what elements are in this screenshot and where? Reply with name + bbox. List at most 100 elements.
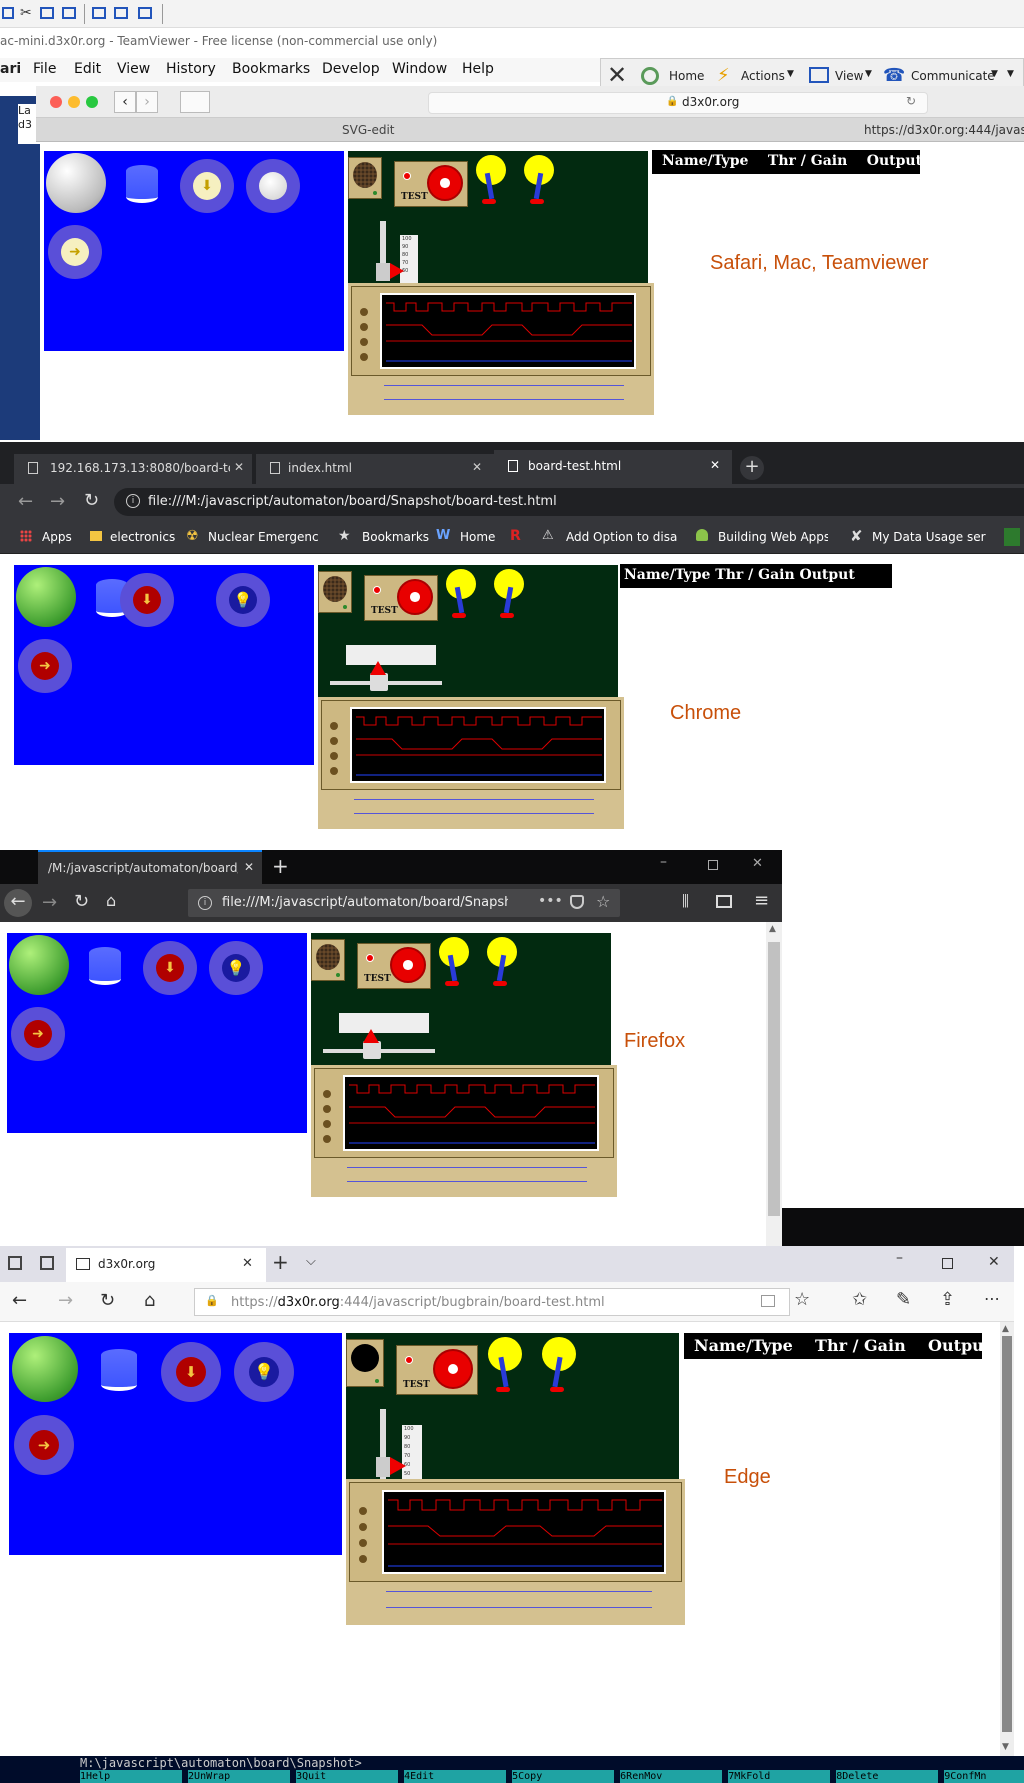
chrome-tab[interactable]: 192.168.173.13:8080/board-test.h ✕ [14, 454, 252, 484]
window-icon[interactable] [92, 7, 106, 19]
maximize-icon[interactable] [942, 1258, 953, 1269]
menu-file[interactable]: File [33, 61, 56, 77]
set-aside-icon[interactable] [40, 1256, 54, 1270]
close-icon[interactable]: ✕ [242, 1256, 253, 1271]
fkey[interactable]: 6RenMov [620, 1770, 723, 1783]
bookmark-apps[interactable]: Apps [42, 530, 72, 544]
back-icon[interactable]: ‹ [114, 91, 136, 113]
bulb-button[interactable] [246, 159, 300, 213]
fkey[interactable]: 7MkFold [728, 1770, 831, 1783]
minimize-icon[interactable]: – [896, 1250, 903, 1266]
split-horizontal-icon[interactable] [114, 7, 128, 19]
firefox-address-bar[interactable]: i file:///M:/javascript/automaton/board/… [188, 889, 620, 917]
toolbar-communicate[interactable]: Communicate [911, 69, 995, 83]
pen-icon[interactable]: ✎ [896, 1289, 911, 1310]
download-button[interactable]: ⬇ [120, 573, 174, 627]
share-icon[interactable]: ⇪ [940, 1289, 955, 1310]
fkey[interactable]: 4Edit [404, 1770, 507, 1783]
menu-window[interactable]: Window [392, 61, 447, 77]
back-icon[interactable]: ← [4, 889, 32, 917]
horizontal-slider-handle[interactable] [370, 673, 388, 691]
toolbar-home[interactable]: Home [669, 69, 704, 83]
scroll-up-icon[interactable]: ▲ [769, 924, 776, 934]
green-sphere[interactable] [9, 935, 69, 995]
zoom-traffic-light[interactable] [86, 96, 98, 108]
close-icon[interactable]: ✕ [752, 856, 763, 871]
more-icon[interactable]: ⋯ [984, 1289, 1000, 1308]
chrome-tab-active[interactable]: board-test.html ✕ [494, 450, 732, 484]
app-name[interactable]: ari [0, 61, 21, 77]
scroll-up-icon[interactable]: ▲ [1002, 1324, 1009, 1334]
close-icon[interactable]: ✕ [988, 1254, 1000, 1270]
bulb-button[interactable]: 💡 [216, 573, 270, 627]
bookmark-bookmarks[interactable]: Bookmarks [362, 530, 429, 544]
close-icon[interactable]: ✕ [472, 460, 482, 474]
reload-icon[interactable]: ↻ [906, 94, 916, 108]
close-icon[interactable]: ✕ [710, 458, 720, 472]
horizontal-slider-handle[interactable] [363, 1041, 381, 1059]
bulb-button[interactable]: 💡 [209, 941, 263, 995]
menu-view[interactable]: View [117, 61, 150, 77]
bookmark-electronics[interactable]: electronics [110, 530, 175, 544]
new-tab-button[interactable]: + [272, 1250, 289, 1274]
home-icon[interactable]: ⌂ [144, 1290, 155, 1311]
close-icon[interactable]: ✕ [607, 61, 627, 89]
bookmark-home[interactable]: Home [460, 530, 495, 544]
fkey[interactable]: 5Copy [512, 1770, 615, 1783]
test-dial[interactable] [433, 1349, 473, 1389]
green-sphere[interactable] [12, 1336, 78, 1402]
sidebar-icon[interactable] [716, 895, 732, 908]
vertical-slider-handle[interactable] [376, 1457, 390, 1477]
forward-icon[interactable]: › [136, 91, 158, 113]
fkey[interactable]: 1Help [80, 1770, 182, 1783]
pocket-icon[interactable] [570, 895, 584, 909]
menu-icon[interactable]: ≡ [754, 890, 769, 911]
forward-icon[interactable]: → [58, 1290, 73, 1311]
more-icon[interactable]: ••• [538, 893, 563, 909]
test-dial[interactable] [390, 947, 426, 983]
arrow-button[interactable]: ➜ [11, 1007, 65, 1061]
back-icon[interactable]: ← [12, 1290, 27, 1311]
forward-icon[interactable]: → [50, 491, 65, 512]
test-button[interactable]: TEST [364, 575, 438, 621]
grid-icon[interactable] [62, 7, 76, 19]
bookmark-building-web-apps[interactable]: Building Web Apps in [718, 530, 828, 544]
fkey[interactable]: 8Delete [836, 1770, 939, 1783]
star-icon[interactable]: ☆ [596, 892, 610, 911]
scroll-thumb[interactable] [768, 942, 780, 1216]
chrome-tab[interactable]: index.html ✕ [256, 454, 494, 484]
reload-icon[interactable]: ↻ [84, 490, 99, 511]
sidebar-icon[interactable] [180, 91, 210, 113]
split-vertical-icon[interactable] [138, 7, 152, 19]
close-icon[interactable]: ✕ [244, 860, 254, 874]
green-sphere[interactable] [16, 567, 76, 627]
scroll-thumb[interactable] [1002, 1336, 1012, 1732]
download-button[interactable]: ⬇ [161, 1342, 221, 1402]
back-icon[interactable]: ← [18, 491, 33, 512]
arrow-button[interactable]: ➜ [48, 225, 102, 279]
home-icon[interactable]: ⌂ [106, 891, 116, 910]
download-button[interactable]: ⬇ [180, 159, 234, 213]
tool-icon[interactable] [2, 7, 14, 19]
bookmark-add-option[interactable]: Add Option to disabl [566, 530, 678, 544]
maximize-icon[interactable] [708, 860, 718, 870]
menu-edit[interactable]: Edit [74, 61, 101, 77]
tab-actions-icon[interactable] [8, 1256, 22, 1270]
toolbar-view[interactable]: View [835, 69, 863, 83]
favorite-icon[interactable]: ☆ [794, 1289, 810, 1310]
edge-tab-active[interactable]: d3x0r.org ✕ [66, 1248, 266, 1282]
white-sphere[interactable] [46, 153, 106, 213]
test-button[interactable]: TEST [396, 1345, 478, 1395]
bookmark-nuclear[interactable]: Nuclear Emergency T [208, 530, 318, 544]
vertical-slider-handle[interactable] [376, 263, 390, 281]
close-traffic-light[interactable] [50, 96, 62, 108]
menu-history[interactable]: History [166, 61, 216, 77]
arrow-button[interactable]: ➜ [18, 639, 72, 693]
arrow-button[interactable]: ➜ [14, 1415, 74, 1475]
toolbar-actions[interactable]: Actions [741, 69, 785, 83]
test-button[interactable]: TEST [357, 943, 431, 989]
overflow-icon[interactable] [1004, 528, 1020, 546]
phone-icon[interactable]: ☎ [883, 65, 905, 86]
scroll-down-icon[interactable]: ▼ [1002, 1742, 1009, 1752]
home-icon[interactable] [641, 67, 659, 85]
